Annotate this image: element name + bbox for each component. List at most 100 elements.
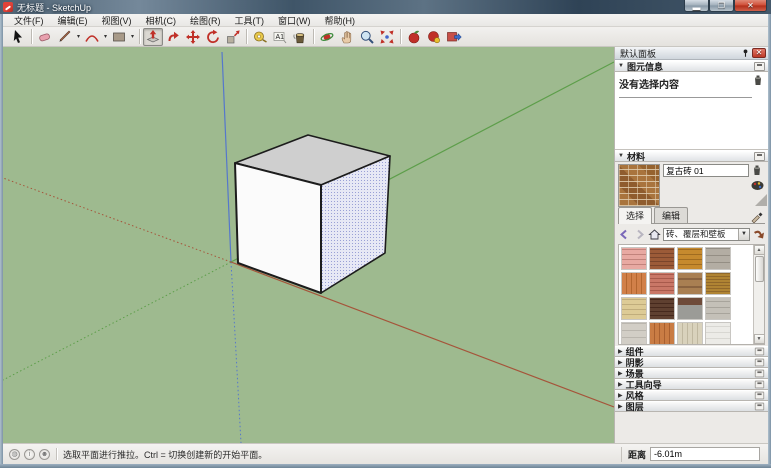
material-swatch[interactable] (649, 272, 675, 295)
export-model-icon[interactable] (444, 28, 464, 46)
materials-tabs: 选择 编辑 (618, 209, 765, 224)
model-cube (235, 135, 390, 293)
menu-item[interactable]: 工具(T) (228, 14, 272, 27)
pushpull-icon[interactable] (143, 28, 163, 46)
display-pane-icon[interactable] (751, 165, 763, 177)
rollup-button[interactable] (755, 381, 764, 389)
in-model-arrow-icon[interactable] (752, 228, 765, 241)
in-model-sample-icon[interactable] (752, 75, 764, 87)
sketchup-window: 无标题 - SketchUp ▬ ❐ ✕ 文件(F)编辑(E)视图(V)相机(C… (0, 0, 771, 468)
tape-measure-icon[interactable] (250, 28, 270, 46)
line-dropdown-icon[interactable]: ▾ (75, 28, 82, 46)
info-status-icon[interactable]: i (24, 449, 35, 460)
menu-item[interactable]: 编辑(E) (51, 14, 95, 27)
rollup-button[interactable] (755, 370, 764, 378)
entity-info-body: 没有选择内容 (615, 72, 768, 150)
material-swatch[interactable] (621, 247, 647, 270)
menu-item[interactable]: 绘图(R) (183, 14, 228, 27)
panel-close-button[interactable]: ✕ (752, 48, 766, 58)
preview-resize-grip[interactable] (755, 194, 767, 206)
entity-info-title: 图元信息 (627, 60, 754, 73)
material-name-input[interactable] (663, 164, 749, 177)
material-swatch[interactable] (705, 272, 731, 295)
rectangle-icon[interactable] (109, 28, 129, 46)
rollup-button[interactable] (755, 348, 764, 356)
model-viewport[interactable] (3, 47, 614, 443)
materials-title: 材料 (627, 150, 754, 163)
red-sphere-icon[interactable] (404, 28, 424, 46)
category-value: 砖、覆层和壁板 (664, 228, 738, 240)
menu-item[interactable]: 窗口(W) (271, 14, 318, 27)
material-swatch[interactable] (705, 297, 731, 320)
pin-icon[interactable] (741, 48, 750, 58)
collapse-arrow-icon: ▼ (618, 153, 624, 159)
geolocation-status-icon[interactable]: ◍ (9, 449, 20, 460)
line-icon[interactable] (55, 28, 75, 46)
rectangle-dropdown-icon[interactable]: ▾ (129, 28, 136, 46)
rollup-button[interactable] (754, 62, 765, 71)
scroll-up-icon[interactable]: ▲ (754, 245, 765, 255)
material-swatch[interactable] (621, 297, 647, 320)
move-icon[interactable] (183, 28, 203, 46)
swatch-scrollbar[interactable]: ▲ ▼ (753, 245, 764, 344)
scroll-down-icon[interactable]: ▼ (754, 334, 765, 344)
forward-arrow-icon[interactable] (633, 228, 646, 241)
material-swatch[interactable] (621, 322, 647, 345)
panel-header[interactable]: 默认面板 ✕ (615, 47, 768, 60)
material-preview[interactable] (618, 164, 660, 207)
entity-info-header[interactable]: ▼ 图元信息 (615, 60, 768, 72)
pan-icon[interactable] (337, 28, 357, 46)
home-icon[interactable] (648, 228, 661, 241)
materials-nav: 砖、覆层和壁板 ▼ (618, 226, 765, 242)
paint-bucket-icon[interactable] (290, 28, 310, 46)
sample-paint-dropper-icon[interactable] (750, 210, 763, 223)
followme-icon[interactable] (163, 28, 183, 46)
rollup-button[interactable] (755, 403, 764, 411)
material-swatch[interactable] (649, 322, 675, 345)
rotate-icon[interactable] (203, 28, 223, 46)
tab-edit[interactable]: 编辑 (654, 207, 688, 223)
create-material-icon[interactable] (751, 180, 764, 191)
arc-icon[interactable] (82, 28, 102, 46)
status-separator (56, 448, 57, 460)
red-ball-icon[interactable] (424, 28, 444, 46)
eraser-icon[interactable] (35, 28, 55, 46)
maximize-button[interactable]: ❐ (709, 0, 734, 12)
material-swatch[interactable] (677, 247, 703, 270)
rollup-button[interactable] (754, 152, 765, 161)
back-arrow-icon[interactable] (618, 228, 631, 241)
menu-item[interactable]: 视图(V) (95, 14, 139, 27)
orbit-icon[interactable] (317, 28, 337, 46)
dropdown-arrow-icon[interactable]: ▼ (738, 229, 749, 240)
close-button[interactable]: ✕ (734, 0, 767, 12)
material-swatch[interactable] (649, 297, 675, 320)
menu-item[interactable]: 文件(F) (7, 14, 51, 27)
red-axis-dotted (3, 178, 231, 262)
material-swatch[interactable] (649, 247, 675, 270)
material-swatch[interactable] (677, 272, 703, 295)
material-swatch[interactable] (621, 272, 647, 295)
credits-status-icon[interactable]: ☻ (39, 449, 50, 460)
materials-header[interactable]: ▼ 材料 (615, 150, 768, 162)
material-swatch[interactable] (705, 322, 731, 345)
panel-section-header[interactable]: ▶ 图层 (615, 401, 768, 412)
scrollbar-thumb[interactable] (755, 256, 764, 282)
arc-dropdown-icon[interactable]: ▾ (102, 28, 109, 46)
tab-select[interactable]: 选择 (618, 207, 652, 224)
zoom-icon[interactable] (357, 28, 377, 46)
material-swatch[interactable] (705, 247, 731, 270)
zoom-extents-icon[interactable] (377, 28, 397, 46)
scale-icon[interactable] (223, 28, 243, 46)
text-icon[interactable]: A1 (270, 28, 290, 46)
rollup-button[interactable] (755, 392, 764, 400)
select-icon[interactable] (8, 28, 28, 46)
menu-item[interactable]: 相机(C) (139, 14, 184, 27)
material-swatch[interactable] (677, 322, 703, 345)
minimize-button[interactable]: ▬ (684, 0, 709, 12)
material-swatch[interactable] (677, 297, 703, 320)
menu-item[interactable]: 帮助(H) (318, 14, 363, 27)
sketchup-logo-icon (3, 2, 13, 12)
rollup-button[interactable] (755, 359, 764, 367)
distance-input[interactable] (650, 447, 760, 461)
category-dropdown[interactable]: 砖、覆层和壁板 ▼ (663, 228, 750, 241)
